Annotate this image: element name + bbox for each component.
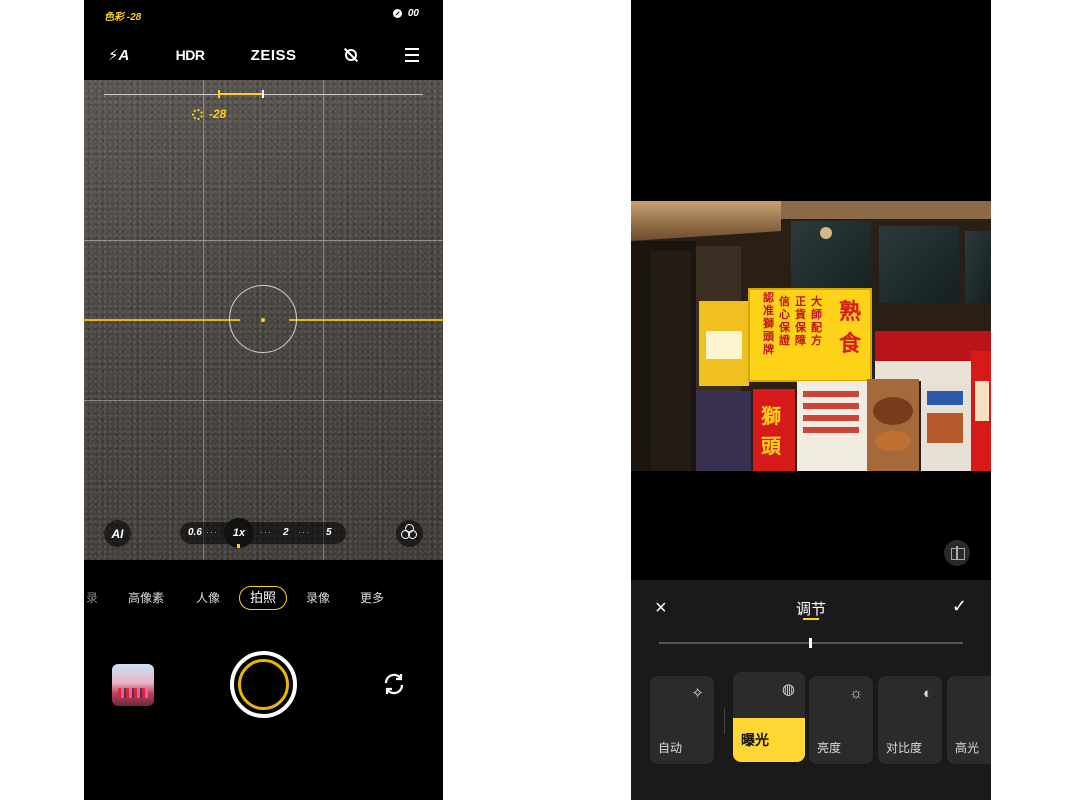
red-sign-char-1: 獅 — [761, 404, 781, 428]
sign-big-char-1: 熟 — [839, 299, 861, 325]
red-sign-char-2: 頭 — [761, 434, 782, 458]
contrast-icon: ◐ — [922, 685, 932, 702]
tool-divider — [724, 708, 725, 734]
gallery-thumbnail[interactable] — [112, 664, 154, 706]
zoom-dots: ··· — [206, 527, 218, 537]
camera-topbar: ⚡A HDR ZEISS — [84, 42, 443, 68]
tool-contrast[interactable]: ◐ 对比度 — [878, 676, 942, 764]
filter-icon[interactable] — [396, 520, 423, 547]
tool-label: 对比度 — [886, 741, 923, 755]
camera-screen: 色彩 -28 00 ⚡A HDR ZEISS -28 AI 0.6 ··· 1x… — [84, 0, 443, 800]
magic-wand-icon: ✧ — [691, 685, 704, 702]
mode-photo[interactable]: 拍照 — [239, 586, 288, 610]
tool-auto[interactable]: ✧ 自动 — [650, 676, 714, 764]
editor-screen: 熟 食 大師配方 正貨保障 信心保證 認准獅頭牌 獅 頭 × 调节 ✓ ✧ 自动… — [631, 0, 991, 800]
tool-brightness[interactable]: ☼ 亮度 — [809, 676, 873, 764]
adjust-panel: × 调节 ✓ ✧ 自动 ◍ 曝光 ☼ 亮度 ◐ 对比度 ◑ 高光 — [631, 580, 991, 800]
zoom-dots: ··· — [260, 527, 272, 537]
zoom-indicator — [237, 544, 240, 548]
sign-column: 正貨保障 — [794, 295, 807, 347]
mode-high-res[interactable]: 高像素 — [128, 586, 164, 610]
mode-portrait[interactable]: 人像 — [196, 586, 220, 610]
exposure-dial-icon — [192, 108, 203, 120]
status-bar: 色彩 -28 00 — [84, 8, 443, 23]
tool-highlights[interactable]: ◑ 高光 — [947, 676, 991, 764]
menu-icon[interactable] — [404, 48, 419, 62]
tool-label: 高光 — [955, 741, 980, 755]
mode-item[interactable]: 录 — [86, 586, 98, 610]
focus-point — [261, 318, 265, 322]
status-right: 00 — [392, 8, 419, 19]
sign-column: 認准獅頭牌 — [762, 290, 775, 356]
grid-line — [84, 400, 443, 401]
panel-title: 调节 — [795, 601, 826, 618]
zeiss-button[interactable]: ZEISS — [251, 47, 297, 64]
exposure-marker[interactable] — [218, 90, 264, 98]
mode-more[interactable]: 更多 — [360, 586, 384, 610]
tool-label: 亮度 — [817, 741, 842, 755]
mode-video[interactable]: 录像 — [306, 586, 330, 610]
sign-column: 信心保證 — [778, 294, 791, 347]
tool-label: 曝光 — [741, 732, 769, 748]
level-line-right — [289, 319, 443, 321]
sun-icon: ☼ — [849, 685, 863, 702]
tool-exposure[interactable]: ◍ 曝光 — [733, 672, 805, 762]
exposure-readout: -28 — [192, 107, 226, 121]
zoom-0-6[interactable]: 0.6 — [188, 522, 202, 544]
color-status: 色彩 -28 — [104, 12, 142, 23]
exposure-status-icon — [392, 9, 402, 18]
viewfinder[interactable]: -28 AI 0.6 ··· 1x ··· 2 ··· 5 — [84, 80, 443, 560]
sign-column: 大師配方 — [811, 294, 822, 347]
photo-preview[interactable]: 熟 食 大師配方 正貨保障 信心保證 認准獅頭牌 獅 頭 — [631, 201, 991, 471]
confirm-button[interactable]: ✓ — [952, 596, 967, 616]
title-underline — [803, 618, 819, 620]
zoom-5x[interactable]: 5 — [326, 522, 332, 544]
mode-selector[interactable]: 录 高像素 人像 拍照 录像 更多 — [84, 586, 443, 610]
adjust-slider-thumb[interactable] — [809, 638, 812, 648]
exposure-value: -28 — [209, 107, 227, 121]
level-line-left — [84, 319, 240, 321]
ai-button[interactable]: AI — [104, 520, 131, 547]
shutter-button[interactable] — [230, 651, 297, 718]
zoom-dots: ··· — [298, 527, 310, 537]
live-photo-off-icon[interactable] — [343, 47, 359, 63]
storefront-photo: 熟 食 大師配方 正貨保障 信心保證 認准獅頭牌 獅 頭 — [631, 201, 991, 471]
grid-line — [84, 240, 443, 241]
tool-label: 自动 — [658, 741, 683, 755]
sign-big-char-2: 食 — [839, 331, 862, 357]
switch-camera-icon[interactable] — [382, 672, 406, 696]
zoom-2x[interactable]: 2 — [283, 522, 289, 544]
status-value: 00 — [407, 8, 419, 19]
zoom-selector[interactable]: 0.6 ··· 1x ··· 2 ··· 5 — [180, 518, 346, 548]
flash-auto-button[interactable]: ⚡A — [108, 46, 129, 64]
hdr-button[interactable]: HDR — [176, 47, 205, 63]
exposure-icon: ◍ — [781, 681, 795, 698]
compare-icon[interactable] — [944, 540, 970, 566]
